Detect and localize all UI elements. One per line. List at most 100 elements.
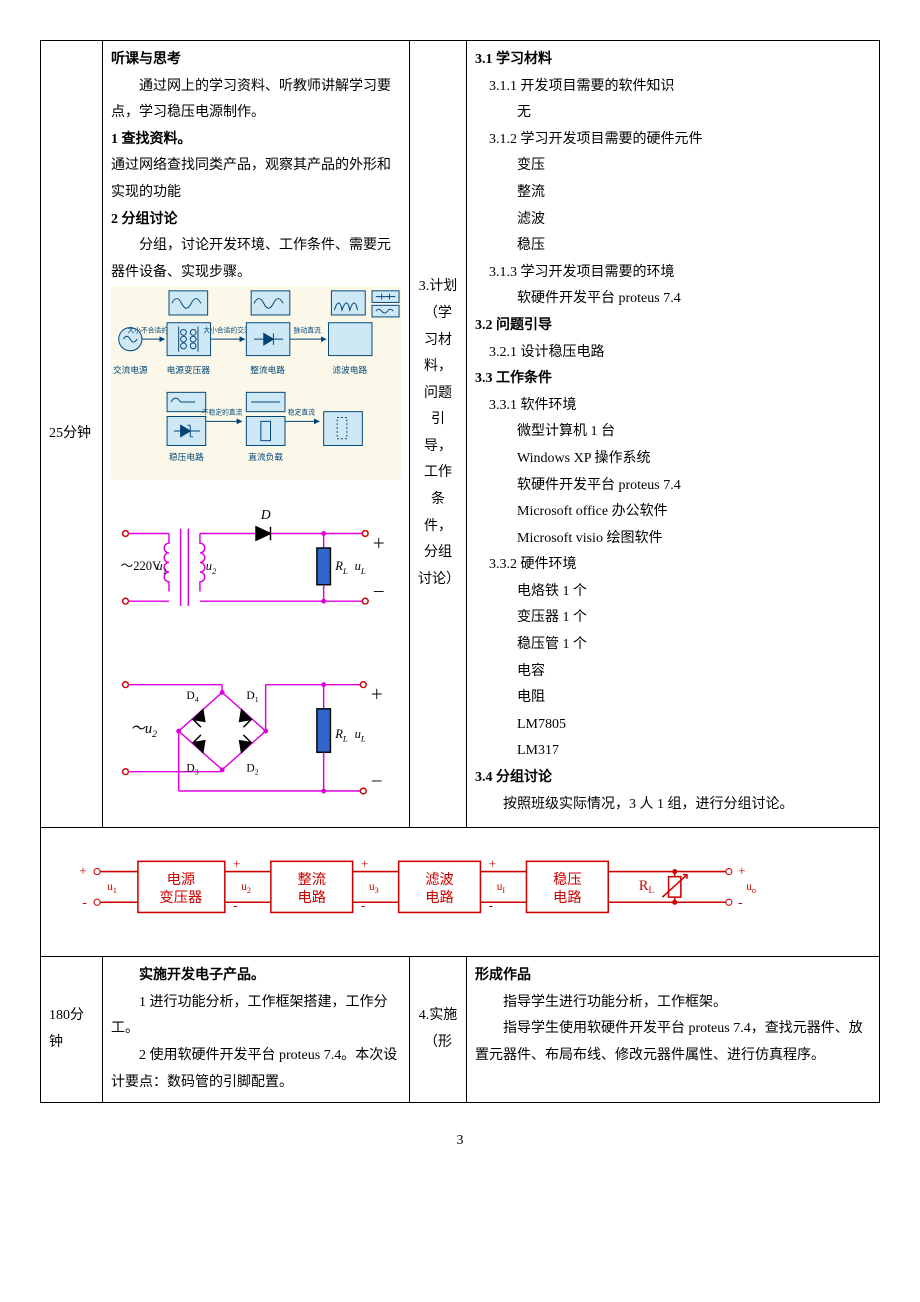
svg-text:稳定直流: 稳定直流 <box>288 408 315 417</box>
svg-text:uI: uI <box>497 881 506 895</box>
svg-text:整流: 整流 <box>297 871 326 888</box>
r3-h: 实施开发电子产品。 <box>111 963 401 990</box>
l332d: 电容 <box>475 659 871 686</box>
row-plan: 25分钟 听课与思考 通过网上的学习资料、听教师讲解学习要点，学习稳压电源制作。… <box>41 41 880 828</box>
l332f: LM7805 <box>475 712 871 739</box>
p34: 按照班级实际情况，3 人 1 组，进行分组讨论。 <box>475 792 871 819</box>
main-table: 25分钟 听课与思考 通过网上的学习资料、听教师讲解学习要点，学习稳压电源制作。… <box>40 40 880 1103</box>
h32: 3.2 问题引导 <box>475 313 871 340</box>
svg-text:+: + <box>79 863 87 878</box>
l332b: 变压器 1 个 <box>475 605 871 632</box>
svg-text:-: - <box>361 897 365 912</box>
svg-text:+: + <box>738 863 746 878</box>
svg-text:-: - <box>489 897 493 912</box>
l313: 3.1.3 学习开发项目需要的环境 <box>475 260 871 287</box>
svg-text:－: － <box>370 774 384 789</box>
h34: 3.4 分组讨论 <box>475 765 871 792</box>
l312c: 滤波 <box>475 207 871 234</box>
svg-text:uo: uo <box>746 881 756 895</box>
svg-text:D3: D3 <box>186 762 198 777</box>
svg-text:变压器: 变压器 <box>159 889 202 906</box>
l311a: 无 <box>475 100 871 127</box>
l332: 3.3.2 硬件环境 <box>475 552 871 579</box>
svg-text:-: - <box>738 894 742 909</box>
l312d: 稳压 <box>475 233 871 260</box>
svg-text:脉动直流: 脉动直流 <box>294 326 321 335</box>
svg-text:RL: RL <box>334 559 348 576</box>
halfwave-diagram: ～220V u1 u2 D RL uL ＋ － <box>111 490 401 635</box>
l331e: Microsoft visio 绘图软件 <box>475 526 871 553</box>
l312: 3.1.2 学习开发项目需要的硬件元件 <box>475 127 871 154</box>
row3-left: 实施开发电子产品。 1 进行功能分析，工作框架搭建，工作分工。 2 使用软硬件开… <box>103 957 410 1103</box>
l312a: 变压 <box>475 153 871 180</box>
r1-h1: 听课与思考 <box>111 47 401 74</box>
svg-text:滤波电路: 滤波电路 <box>332 364 367 375</box>
svg-text:稳压电路: 稳压电路 <box>169 451 204 462</box>
svg-text:-: - <box>233 897 237 912</box>
row1-left: 听课与思考 通过网上的学习资料、听教师讲解学习要点，学习稳压电源制作。 1 查找… <box>103 41 410 828</box>
l331d: Microsoft office 办公软件 <box>475 499 871 526</box>
svg-text:D4: D4 <box>186 689 198 704</box>
svg-text:不稳定的直流: 不稳定的直流 <box>202 408 243 417</box>
svg-text:D1: D1 <box>246 689 258 704</box>
l332c: 稳压管 1 个 <box>475 632 871 659</box>
svg-text:u2: u2 <box>241 881 251 895</box>
l321: 3.2.1 设计稳压电路 <box>475 340 871 367</box>
r1-p1: 通过网上的学习资料、听教师讲解学习要点，学习稳压电源制作。 <box>111 74 401 127</box>
page-number: 3 <box>40 1133 880 1149</box>
svg-text:大小合适的交流: 大小合适的交流 <box>203 326 251 335</box>
row1-right: 3.1 学习材料 3.1.1 开发项目需要的软件知识 无 3.1.2 学习开发项… <box>467 41 880 828</box>
l313a: 软硬件开发平台 proteus 7.4 <box>475 286 871 313</box>
r3r-p2: 指导学生使用软硬件开发平台 proteus 7.4，查找元器件、放置元器件、布局… <box>475 1016 871 1069</box>
l331a: 微型计算机 1 台 <box>475 419 871 446</box>
l311: 3.1.1 开发项目需要的软件知识 <box>475 74 871 101</box>
l332e: 电阻 <box>475 685 871 712</box>
h31: 3.1 学习材料 <box>475 47 871 74</box>
svg-text:u3: u3 <box>369 881 379 895</box>
row3-mid: 4.实施（形 <box>410 957 467 1103</box>
l331b: Windows XP 操作系统 <box>475 446 871 473</box>
row-flow: + - u1 电源 变压器 + - u2 整流 电路 + - <box>41 827 880 956</box>
svg-text:-: - <box>82 894 86 909</box>
svg-text:+: + <box>489 856 497 871</box>
row3-time: 180分钟 <box>41 957 103 1103</box>
l332a: 电烙铁 1 个 <box>475 579 871 606</box>
row1-time: 25分钟 <box>41 41 103 828</box>
flow-cell: + - u1 电源 变压器 + - u2 整流 电路 + - <box>41 827 880 956</box>
svg-text:交流电源: 交流电源 <box>113 364 148 375</box>
l312b: 整流 <box>475 180 871 207</box>
svg-text:RL: RL <box>639 878 655 895</box>
svg-text:稳压: 稳压 <box>553 871 582 888</box>
row1-mid: 3.计划（学习材料，问题引导，工作条件，分组讨论） <box>410 41 467 828</box>
row-impl: 180分钟 实施开发电子产品。 1 进行功能分析，工作框架搭建，工作分工。 2 … <box>41 957 880 1103</box>
r1-h3: 2 分组讨论 <box>111 207 401 234</box>
l332g: LM317 <box>475 738 871 765</box>
svg-text:+: + <box>233 856 241 871</box>
r1-p2: 通过网络查找同类产品，观察其产品的外形和实现的功能 <box>111 153 401 206</box>
svg-text:RL: RL <box>334 727 348 744</box>
svg-text:～u2: ～u2 <box>130 721 157 740</box>
r3-p2: 2 使用软硬件开发平台 proteus 7.4。本次设计要点：数码管的引脚配置。 <box>111 1043 401 1096</box>
block-flow-diagram: 交流电源 大小不合适的交流 电源变压器 大小合适的交流 整流电路 脉动直流 滤波… <box>111 286 401 479</box>
svg-text:滤波: 滤波 <box>425 871 454 888</box>
r1-p3: 分组，讨论开发环境、工作条件、需要元器件设备、实现步骤。 <box>111 233 401 286</box>
svg-text:+: + <box>361 856 369 871</box>
svg-text:u1: u1 <box>107 881 117 895</box>
svg-text:D: D <box>260 507 271 522</box>
bridge-diagram: ～u2 D4 D1 D3 D2 RL uL ＋ － <box>111 646 401 810</box>
l331c: 软硬件开发平台 proteus 7.4 <box>475 473 871 500</box>
r3r-p1: 指导学生进行功能分析，工作框架。 <box>475 990 871 1017</box>
r1-h2: 1 查找资料。 <box>111 127 401 154</box>
svg-text:uL: uL <box>355 559 366 576</box>
r3-p1: 1 进行功能分析，工作框架搭建，工作分工。 <box>111 990 401 1043</box>
svg-text:u2: u2 <box>206 559 217 576</box>
row3-right: 形成作品 指导学生进行功能分析，工作框架。 指导学生使用软硬件开发平台 prot… <box>467 957 880 1103</box>
svg-text:－: － <box>372 585 386 600</box>
r3r-h: 形成作品 <box>475 963 871 990</box>
svg-text:整流电路: 整流电路 <box>250 364 285 375</box>
svg-text:电路: 电路 <box>553 889 582 906</box>
svg-text:电源变压器: 电源变压器 <box>167 364 211 375</box>
svg-text:＋: ＋ <box>372 536 386 551</box>
svg-text:电源: 电源 <box>167 871 196 888</box>
svg-text:uL: uL <box>355 727 366 744</box>
